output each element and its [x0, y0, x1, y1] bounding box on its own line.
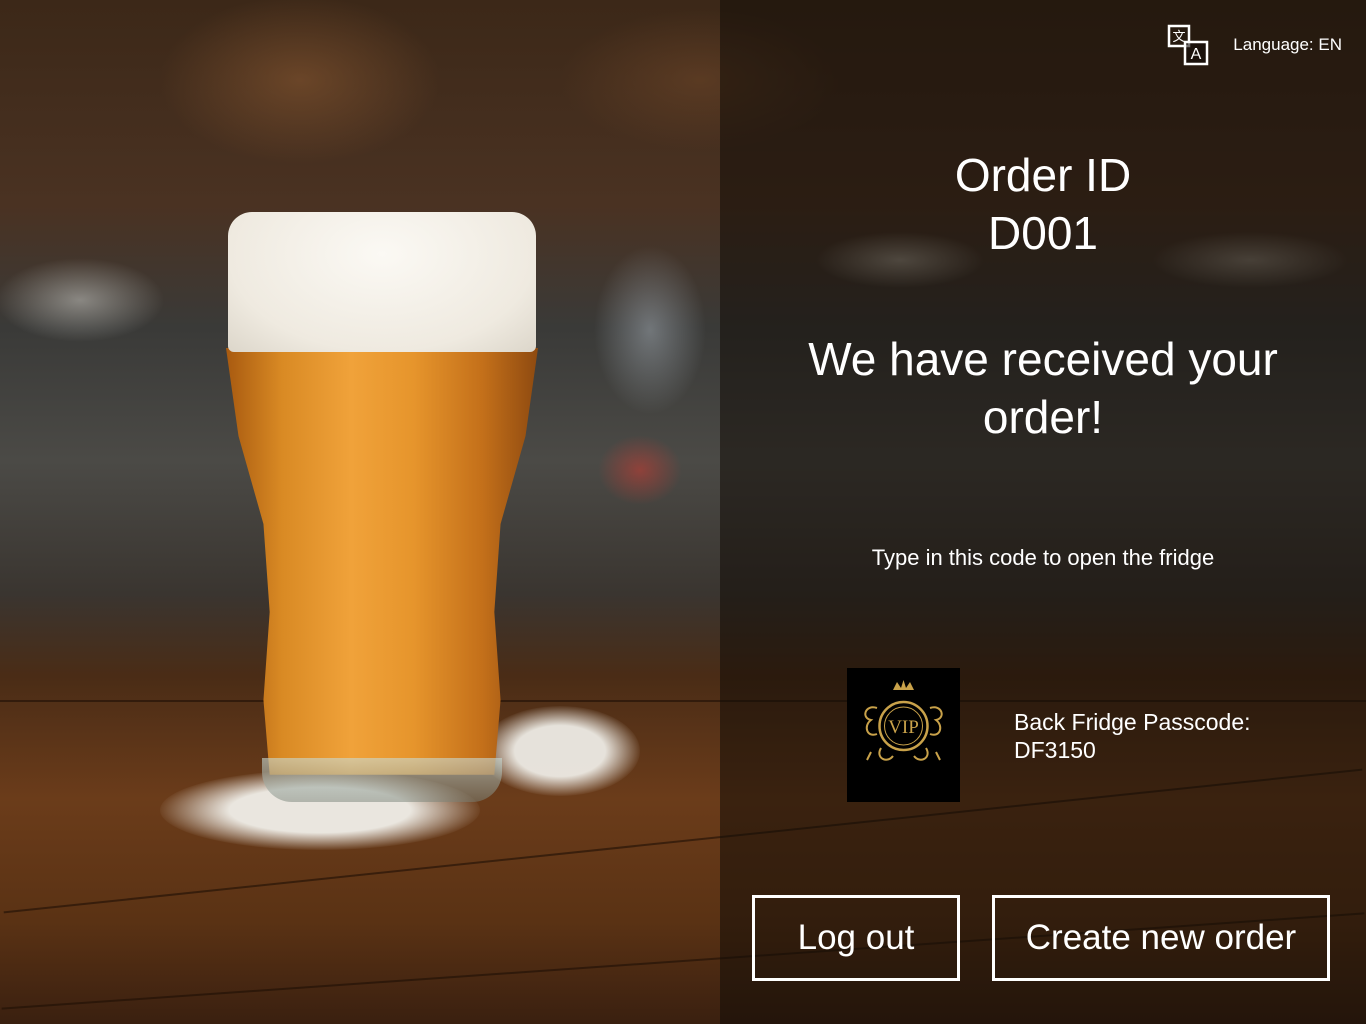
svg-text:文: 文 — [1173, 30, 1186, 45]
order-id-heading: Order ID — [954, 149, 1132, 201]
confirmation-message: We have received your order! — [808, 333, 1278, 443]
create-new-order-button[interactable]: Create new order — [992, 895, 1330, 981]
translate-icon[interactable]: 文 A — [1167, 24, 1209, 66]
vip-logo: VIP — [847, 668, 960, 802]
fridge-passcode: Back Fridge Passcode: DF3150 — [1014, 708, 1251, 764]
passcode-label: Back Fridge Passcode: — [1014, 709, 1251, 735]
fridge-code-hint: Type in this code to open the fridge — [871, 545, 1215, 570]
order-id-value: D001 — [988, 207, 1098, 259]
beer-glass — [226, 212, 538, 802]
passcode-value: DF3150 — [1014, 737, 1096, 763]
beer-liquid — [226, 348, 538, 775]
logout-button[interactable]: Log out — [752, 895, 960, 981]
vip-crest-icon: VIP — [864, 680, 943, 761]
order-confirmation-panel: 文 A Language: EN Order ID D001 We have r… — [720, 0, 1366, 1024]
order-id-block: Order ID D001 — [720, 146, 1366, 262]
vip-logo-text: VIP — [888, 717, 919, 738]
svg-text:A: A — [1191, 46, 1202, 63]
beer-foam — [228, 212, 536, 352]
glass-base — [262, 758, 502, 802]
language-selector[interactable]: 文 A Language: EN — [1167, 24, 1342, 66]
language-label[interactable]: Language: EN — [1233, 35, 1342, 55]
